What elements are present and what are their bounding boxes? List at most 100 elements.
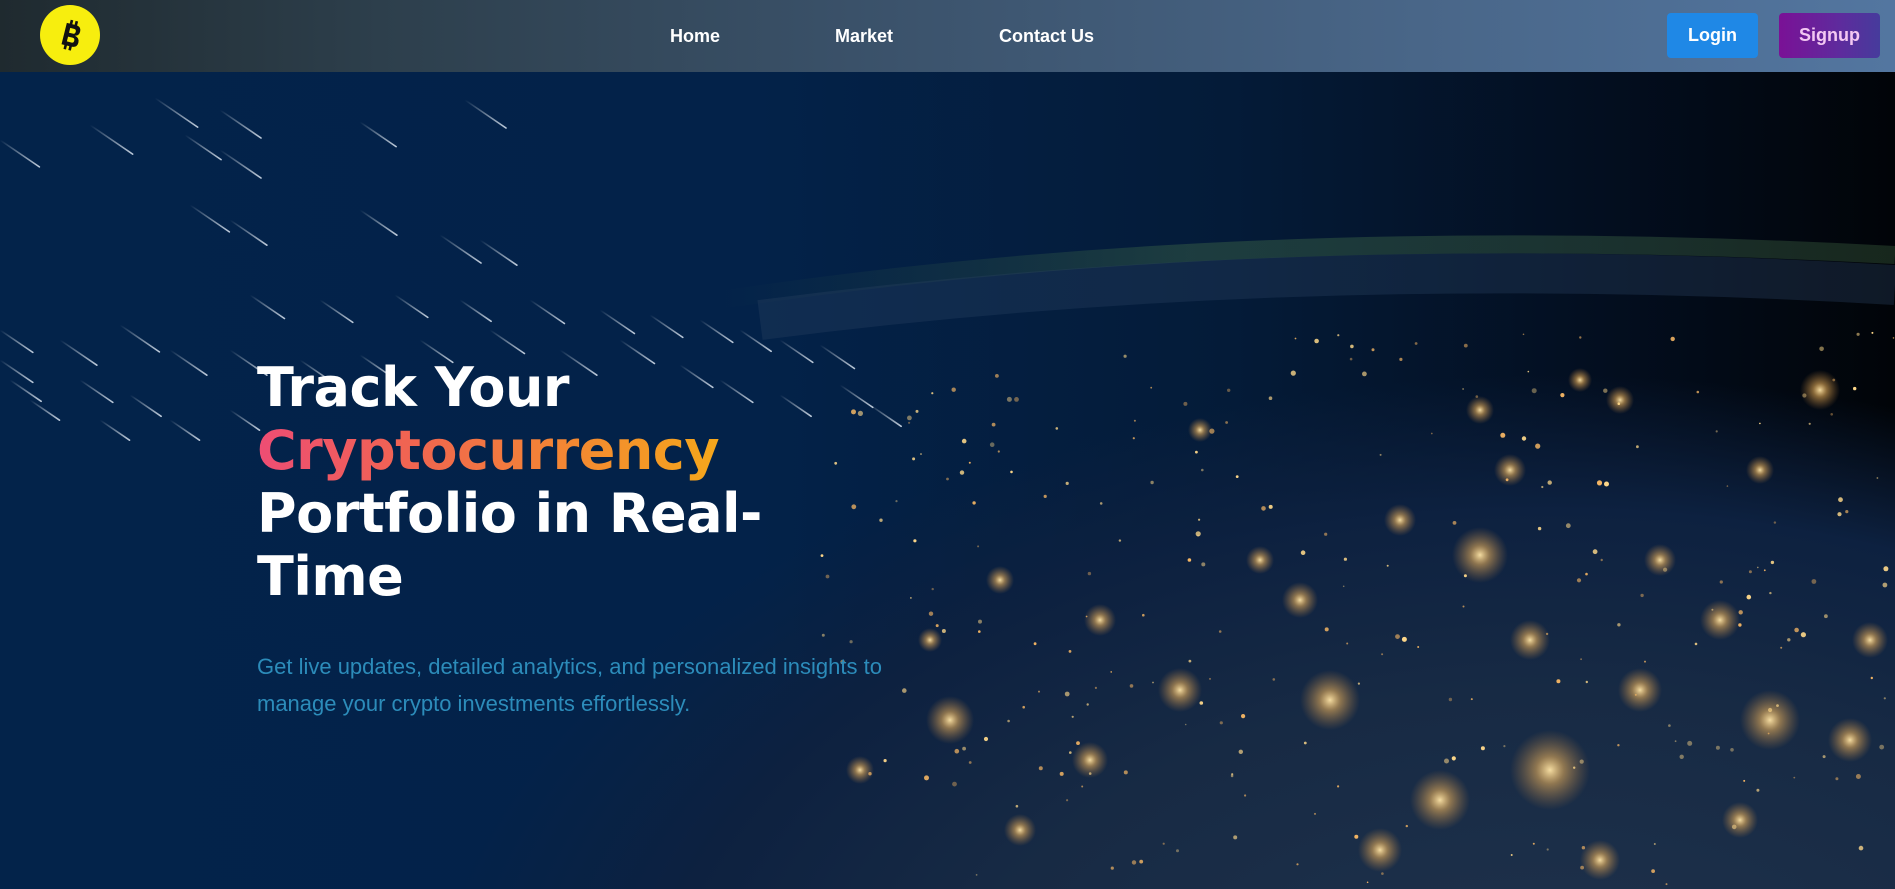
city-light-dot (1139, 859, 1144, 864)
city-light-dot (1405, 824, 1409, 828)
city-light-dot (1617, 744, 1620, 747)
meteor-streak (79, 379, 114, 404)
nav-link-market[interactable]: Market (835, 26, 893, 47)
city-light-dot (908, 421, 911, 424)
city-light-dot (1731, 824, 1737, 830)
city-light-dot (1719, 580, 1723, 584)
city-light-dot (1746, 594, 1752, 600)
city-light-dot (1350, 344, 1354, 349)
city-light-dot (959, 470, 965, 475)
city-light-dot (1132, 437, 1135, 440)
city-light-dot (1780, 646, 1783, 649)
city-light-dot (1696, 390, 1700, 394)
city-light-dot (1858, 845, 1864, 851)
city-light-dot (1480, 746, 1485, 751)
city-light-dot (1110, 671, 1112, 673)
meteor-streak (394, 294, 429, 319)
city-light-dot (928, 611, 934, 616)
city-light-dot (1238, 749, 1244, 754)
city-light-dot (1883, 697, 1886, 700)
login-button[interactable]: Login (1667, 13, 1758, 58)
city-light-dot (991, 422, 996, 427)
city-light-dot (1129, 684, 1134, 688)
city-light-dot (1225, 421, 1228, 424)
city-light-dot (1787, 638, 1791, 642)
city-light-dot (1759, 422, 1761, 425)
city-light-dot (1014, 397, 1019, 402)
city-light-dot (1768, 707, 1773, 713)
city-light-dot (1802, 393, 1807, 398)
city-light (1188, 418, 1212, 442)
city-light-dot (1617, 402, 1621, 406)
meteor-streak (529, 299, 566, 325)
city-light-dot (1547, 480, 1552, 485)
city-light-dot (1505, 478, 1509, 482)
city-light-dot (1883, 566, 1889, 572)
city-light (1644, 544, 1676, 576)
city-light-dot (915, 409, 919, 413)
city-light-dot (1694, 642, 1698, 646)
city-light-dot (1451, 756, 1456, 761)
city-light (1084, 604, 1116, 636)
city-light-dot (961, 438, 967, 444)
city-light-dot (1871, 331, 1874, 334)
city-light-dot (1715, 430, 1718, 433)
city-light-dot (995, 374, 999, 378)
city-light-dot (1272, 678, 1276, 681)
nav-link-home[interactable]: Home (670, 26, 720, 47)
city-light-dot (1882, 582, 1888, 588)
city-light-dot (1176, 849, 1179, 853)
city-light-dot (1198, 518, 1201, 521)
meteor-streak (439, 234, 482, 264)
city-light-dot (978, 619, 982, 624)
city-light-dot (954, 748, 960, 754)
city-light (1568, 368, 1592, 392)
city-light-dot (1600, 558, 1603, 562)
city-light-dot (868, 772, 872, 776)
city-light (1740, 690, 1800, 750)
city-light-dot (1715, 745, 1720, 750)
bitcoin-logo[interactable] (40, 5, 100, 65)
city-light-dot (1687, 740, 1693, 746)
city-light-dot (1152, 681, 1154, 684)
city-light-dot (1007, 719, 1010, 723)
city-light-dot (997, 450, 1000, 453)
city-light (986, 566, 1014, 594)
city-light-dot (907, 415, 912, 421)
city-light (846, 756, 874, 784)
city-light-dot (1235, 475, 1239, 478)
city-light-dot (1342, 585, 1345, 588)
city-light-dot (978, 630, 981, 633)
city-light-dot (1636, 445, 1639, 449)
meteor-streak (0, 139, 41, 168)
city-light-dot (1738, 623, 1742, 627)
city-light (1466, 396, 1494, 424)
meteor-streak (229, 409, 261, 431)
signup-button[interactable]: Signup (1779, 13, 1880, 58)
city-light-dot (1261, 506, 1266, 511)
headline-highlight: Cryptocurrency (257, 419, 720, 482)
city-light-dot (1233, 835, 1238, 840)
city-light-dot (1448, 697, 1453, 702)
city-light-dot (1580, 865, 1584, 870)
nav-link-contact-us[interactable]: Contact Us (999, 26, 1094, 47)
city-light (1852, 622, 1888, 658)
meteor-streak (169, 349, 208, 377)
city-light-dot (931, 392, 934, 395)
city-light-dot (1794, 627, 1799, 633)
city-light-dot (1038, 690, 1040, 693)
city-light-dot (1118, 539, 1122, 542)
meteor-streak (249, 294, 286, 320)
city-light-dot (1142, 613, 1145, 617)
city-light-dot (1430, 432, 1433, 435)
city-light (1618, 668, 1662, 712)
headline-line-4: Time (257, 545, 404, 608)
city-light-dot (1015, 804, 1019, 808)
meteor-streak (89, 124, 134, 155)
city-light-dot (1452, 521, 1457, 525)
city-light-dot (1183, 401, 1188, 406)
city-light-dot (1064, 691, 1070, 697)
city-light-dot (951, 387, 956, 392)
city-light-dot (1738, 610, 1743, 615)
hero-subtitle: Get live updates, detailed analytics, an… (257, 654, 882, 716)
